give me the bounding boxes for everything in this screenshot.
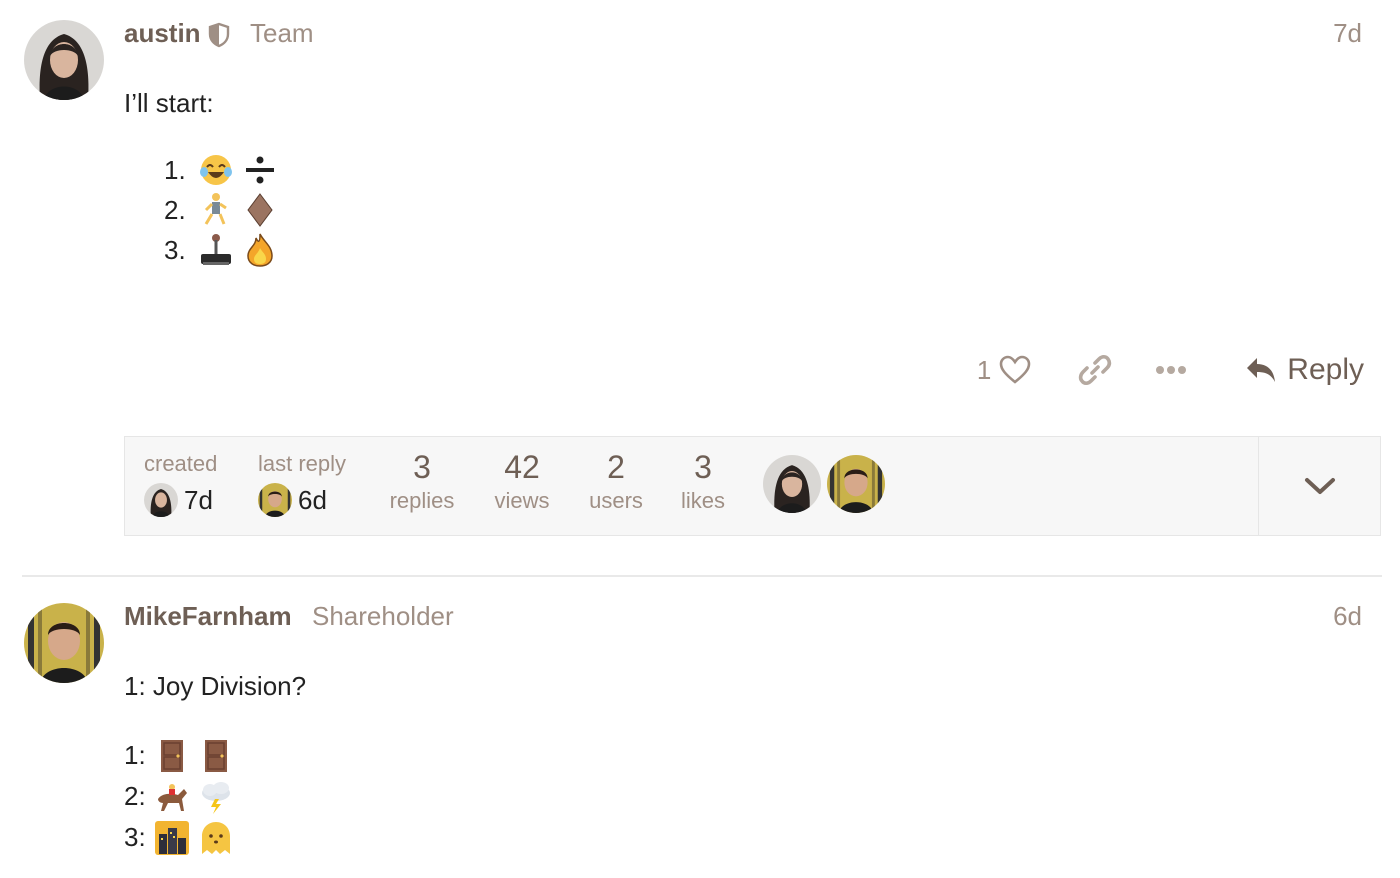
ellipsis-icon xyxy=(1156,366,1187,374)
created-label: created xyxy=(144,451,218,476)
post-intro: 1: Joy Division? xyxy=(124,671,307,701)
views-count: 42 xyxy=(504,449,540,485)
avatar[interactable] xyxy=(827,455,885,513)
users-count: 2 xyxy=(607,449,625,485)
created-value: 7d xyxy=(184,484,213,515)
list-item: 2: xyxy=(124,776,242,817)
users-stat: 2 users xyxy=(581,449,651,517)
post-date[interactable]: 6d xyxy=(1333,601,1362,632)
heart-icon xyxy=(999,355,1031,384)
topic-map: created 7d last reply 6d 3 replies 42 vi… xyxy=(124,436,1381,536)
last-reply-label: last reply xyxy=(258,451,347,476)
replies-label: replies xyxy=(389,488,455,513)
chevron-down-icon xyxy=(1304,478,1335,494)
list-number: 3: xyxy=(124,822,146,852)
horse-racing-icon xyxy=(154,779,190,815)
likes-count: 3 xyxy=(694,449,712,485)
post-intro: I’ll start: xyxy=(124,88,214,118)
avatar[interactable] xyxy=(763,455,821,513)
share-link-button[interactable] xyxy=(1075,348,1115,392)
user-title: Shareholder xyxy=(312,601,454,631)
division-sign-icon xyxy=(242,152,278,188)
link-icon xyxy=(1079,354,1112,386)
list-number: 3. xyxy=(164,234,186,265)
reply-label: Reply xyxy=(1287,353,1364,386)
views-stat: 42 views xyxy=(487,449,557,517)
joystick-icon xyxy=(198,232,234,268)
participants xyxy=(763,455,891,513)
emoji-list: 1: 2: 3: xyxy=(124,735,242,858)
list-number: 2: xyxy=(124,781,146,811)
replies-count: 3 xyxy=(413,449,431,485)
door-icon xyxy=(154,738,190,774)
list-number: 1. xyxy=(164,154,186,185)
reply-arrow-icon xyxy=(1247,358,1276,382)
face-with-tears-of-joy-icon xyxy=(198,152,234,188)
door-icon xyxy=(198,738,234,774)
like-count[interactable]: 1 xyxy=(977,355,991,386)
list-item: 3. xyxy=(164,230,286,270)
ghost-icon xyxy=(198,820,234,856)
avatar[interactable] xyxy=(258,483,292,517)
list-item: 1. xyxy=(164,150,286,190)
expand-topic-map-button[interactable] xyxy=(1258,437,1380,535)
list-item: 2. xyxy=(164,190,286,230)
avatar[interactable] xyxy=(144,483,178,517)
list-item: 1: xyxy=(124,735,242,776)
city-at-night-icon xyxy=(154,820,190,856)
post-austin: austin Team 7d I’ll start: 1. 2. 3. 1 Re… xyxy=(0,0,1400,575)
username[interactable]: MikeFarnham xyxy=(124,601,292,632)
person-running-icon xyxy=(198,192,234,228)
created-stat: created 7d xyxy=(144,449,217,517)
avatar[interactable] xyxy=(24,20,104,100)
views-label: views xyxy=(494,488,550,513)
reply-button[interactable]: Reply xyxy=(1245,348,1364,392)
brown-diamond-icon xyxy=(242,192,278,228)
list-number: 1: xyxy=(124,740,146,770)
topic-page: austin Team 7d I’ll start: 1. 2. 3. 1 Re… xyxy=(0,0,1400,878)
likes-label: likes xyxy=(680,488,725,513)
list-number: 2. xyxy=(164,194,186,225)
likes-stat: 3 likes xyxy=(673,449,733,517)
post-actions: 1 Reply xyxy=(977,348,1364,392)
user-title: Team xyxy=(250,18,314,48)
avatar[interactable] xyxy=(24,603,104,683)
post-mikefarnham: MikeFarnham Shareholder 6d 1: Joy Divisi… xyxy=(0,577,1400,878)
fire-icon xyxy=(242,232,278,268)
last-reply-stat: last reply 6d xyxy=(258,449,346,517)
username[interactable]: austin xyxy=(124,18,201,49)
numbered-list: 1. 2. 3. xyxy=(164,150,286,270)
users-label: users xyxy=(589,488,643,513)
shield-icon xyxy=(206,22,232,48)
replies-stat: 3 replies xyxy=(387,449,457,517)
more-actions-button[interactable] xyxy=(1151,348,1191,392)
last-reply-value: 6d xyxy=(298,484,327,515)
post-date[interactable]: 7d xyxy=(1333,18,1362,49)
list-item: 3: xyxy=(124,817,242,858)
cloud-with-lightning-icon xyxy=(198,779,234,815)
like-button[interactable] xyxy=(997,348,1033,392)
